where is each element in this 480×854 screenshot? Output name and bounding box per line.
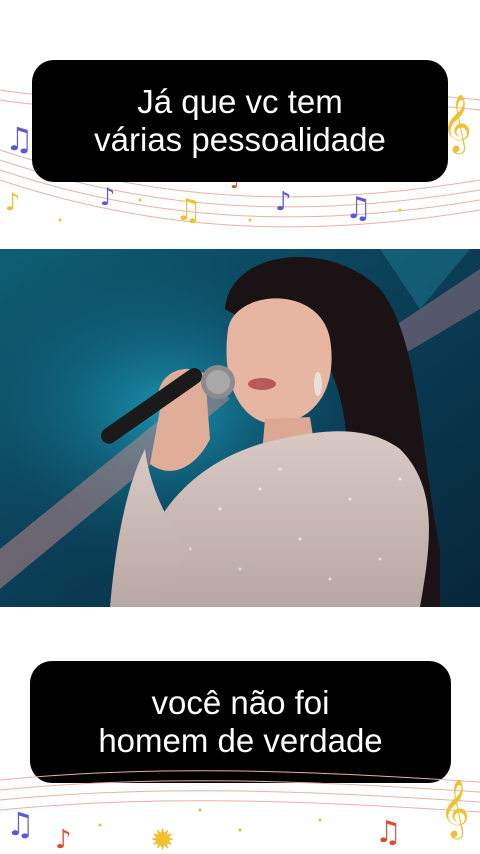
top-caption: Já que vc tem várias pessoalidade (32, 60, 448, 182)
bottom-caption-line-2: homem de verdade (98, 722, 383, 759)
music-note-icon: ♫ (175, 193, 202, 228)
svg-text:♪: ♪ (5, 188, 20, 216)
video-frame[interactable] (0, 249, 480, 607)
treble-clef-icon: 𝄞 (440, 779, 470, 840)
svg-text:♫: ♫ (345, 191, 372, 226)
svg-text:♫: ♫ (175, 193, 202, 228)
top-caption-line-1: Já que vc tem (137, 83, 343, 120)
music-note-icon: ♫ (6, 805, 35, 843)
music-note-icon: ♪ (5, 188, 20, 216)
bottom-caption: você não foi homem de verdade (30, 661, 451, 783)
svg-text:♫: ♫ (375, 815, 402, 850)
music-note-icon: ♪ (100, 183, 115, 211)
top-caption-line-2: várias pessoalidade (94, 121, 386, 158)
svg-text:♫: ♫ (6, 805, 35, 843)
svg-text:✹: ✹ (150, 823, 175, 854)
music-note-icon: ♪ (55, 825, 72, 854)
music-note-icon: ♫ (345, 191, 372, 226)
music-note-icon: ♫ (5, 120, 34, 158)
svg-text:♪: ♪ (275, 187, 292, 217)
svg-text:𝄞: 𝄞 (440, 779, 470, 840)
svg-text:♪: ♪ (55, 825, 72, 854)
svg-text:♫: ♫ (5, 120, 34, 158)
music-note-icon: ♪ (275, 187, 292, 217)
music-note-icon: ♫ (375, 815, 402, 850)
bottom-caption-line-1: você não foi (151, 684, 330, 721)
svg-text:♪: ♪ (100, 183, 115, 211)
sun-icon: ✹ (150, 823, 175, 854)
